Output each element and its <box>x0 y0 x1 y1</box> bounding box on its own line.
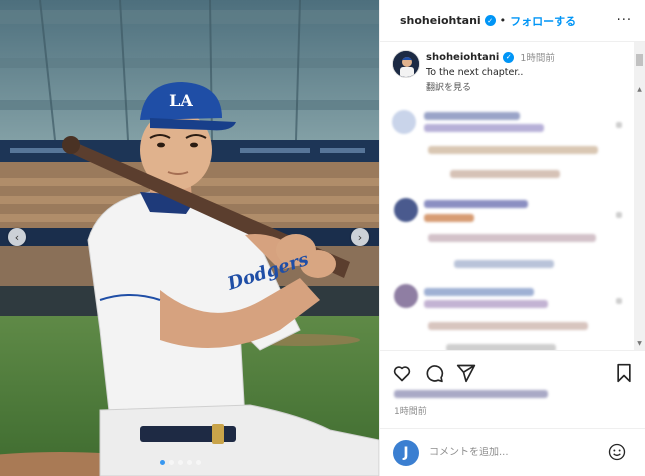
comment-blurred-text <box>424 214 474 222</box>
comment-like-icon[interactable] <box>616 122 622 128</box>
comment-blurred-text <box>450 170 560 178</box>
comment-blurred-text <box>454 260 554 268</box>
post-header: shoheiohtani ✓ • フォローする ··· <box>380 0 645 42</box>
verified-badge-icon: ✓ <box>484 15 496 26</box>
comment-like-icon[interactable] <box>616 298 622 304</box>
avatar[interactable]: J <box>393 439 419 466</box>
comment-blurred-text <box>424 200 528 208</box>
post-timestamp[interactable]: 1時間前 <box>394 404 427 417</box>
caption-text: To the next chapter.. <box>426 67 524 78</box>
bookmark-icon[interactable] <box>614 363 634 383</box>
scroll-down-icon[interactable]: ▼ <box>636 340 643 348</box>
post-side-panel: shoheiohtani ✓ • フォローする ··· shoheiohtani… <box>379 0 645 476</box>
verified-badge-icon: ✓ <box>503 51 515 63</box>
comment-blurred-text <box>424 124 544 132</box>
likes-blurred-text <box>394 390 548 398</box>
cap-logo: LA <box>169 91 193 110</box>
carousel-indicator <box>160 460 201 465</box>
carousel-dot <box>160 460 165 465</box>
post-photo[interactable]: LA Dodgers ‹ › <box>0 0 379 476</box>
likes-count-blurred[interactable] <box>394 388 554 400</box>
comment-input[interactable] <box>429 447 599 458</box>
scroll-thumb[interactable] <box>636 54 643 66</box>
scroll-up-icon[interactable]: ▲ <box>636 86 643 94</box>
emoji-icon[interactable] <box>608 443 626 461</box>
comment-blurred-text <box>428 322 588 330</box>
comment-blurred-text <box>424 112 520 120</box>
comment-avatar <box>394 284 418 308</box>
header-separator: • <box>499 14 507 27</box>
carousel-dot <box>187 460 192 465</box>
comment-blurred-text <box>424 288 534 296</box>
post-caption: shoheiohtani ✓ 1時間前 To the next chapter.… <box>392 50 555 93</box>
comment-blurred-text <box>424 300 548 308</box>
chevron-right-icon: › <box>357 230 363 244</box>
comment-blurred-text <box>428 146 598 154</box>
photo-illustration: LA Dodgers <box>0 0 379 476</box>
carousel-dot <box>169 460 174 465</box>
carousel-prev-button[interactable]: ‹ <box>8 228 26 246</box>
comment-blurred-text <box>428 234 596 242</box>
comments-list[interactable]: shoheiohtani ✓ 1時間前 To the next chapter.… <box>380 42 645 350</box>
see-translation-link[interactable]: 翻訳を見る <box>426 80 555 93</box>
header-username[interactable]: shoheiohtani <box>400 14 481 27</box>
caption-time: 1時間前 <box>520 53 555 64</box>
avatar[interactable] <box>392 50 420 78</box>
comments-scrollbar[interactable]: ▲ ▼ <box>634 42 645 350</box>
carousel-dot <box>196 460 201 465</box>
carousel-next-button[interactable]: › <box>351 228 369 246</box>
heart-icon[interactable] <box>392 363 412 383</box>
post-actions-bar <box>380 350 645 390</box>
caption-username[interactable]: shoheiohtani <box>426 52 499 63</box>
follow-button[interactable]: フォローする <box>510 13 576 29</box>
comment-like-icon[interactable] <box>616 212 622 218</box>
carousel-dot <box>178 460 183 465</box>
comment-avatar <box>394 198 418 222</box>
more-horizontal-icon[interactable]: ··· <box>617 13 632 28</box>
add-comment-bar: J <box>380 428 645 476</box>
comment-icon[interactable] <box>424 363 444 383</box>
chevron-left-icon: ‹ <box>14 230 20 244</box>
comment-avatar <box>392 110 416 134</box>
instagram-post-modal: LA Dodgers ‹ › shoheiohtani ✓ • フォローする ·… <box>0 0 645 476</box>
share-icon[interactable] <box>456 363 476 383</box>
avatar-image <box>393 51 419 77</box>
